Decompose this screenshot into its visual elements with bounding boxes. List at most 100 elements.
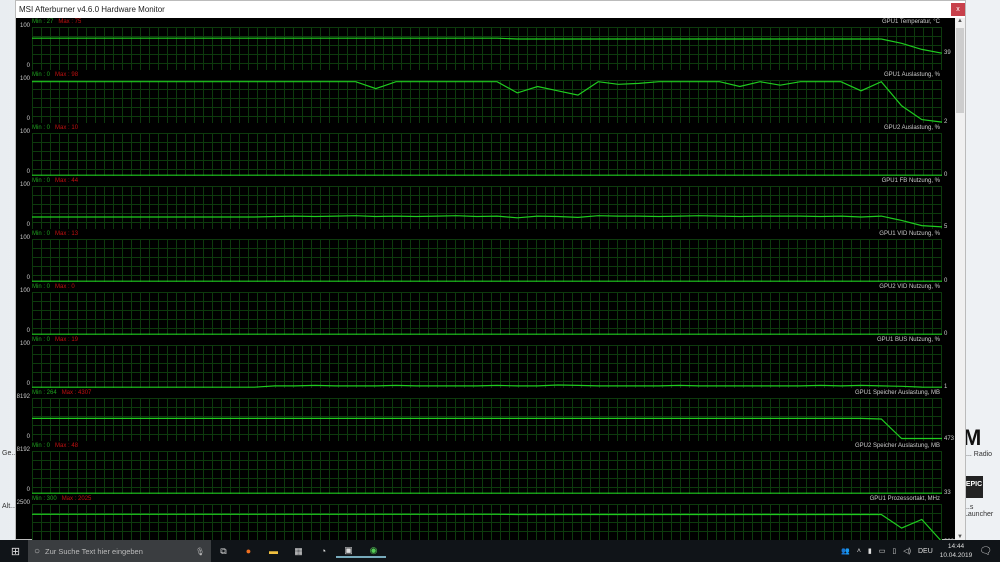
max-value: Max : 13 [55, 231, 79, 237]
vertical-scrollbar[interactable]: ▲ ▼ [955, 18, 965, 540]
system-tray: 👥 ˄ ▮ ▭ ▯ ◁) DEU 14:44 10.04.2019 🗨 [841, 540, 1000, 562]
y-axis-min: 0 [26, 381, 30, 387]
y-axis-min: 0 [26, 434, 30, 440]
min-value: Min : 0 [32, 337, 51, 343]
graph-area[interactable] [32, 398, 942, 441]
graph-title: GPU1 Prozessortakt, MHz [869, 496, 940, 502]
min-value: Min : 0 [32, 443, 51, 449]
graph-title: GPU2 Speicher Auslastung, MB [854, 443, 940, 449]
graph-svg [32, 384, 943, 388]
y-axis-max: 100 [19, 341, 30, 347]
min-max-label: Min : 0 Max : 44 [32, 177, 78, 186]
graph-svg [32, 37, 943, 54]
y-axis-max: 100 [19, 76, 30, 82]
graph-svg [32, 417, 942, 440]
chevron-up-icon[interactable]: ˄ [857, 548, 861, 555]
people-icon[interactable]: 👥 [841, 547, 850, 555]
max-value: Max : 19 [55, 337, 79, 343]
y-axis-max: 100 [19, 23, 30, 29]
graph-svg [32, 215, 943, 228]
desktop-icon-label: ... Radio [966, 451, 993, 458]
min-max-label: Min : 264 Max : 4307 [32, 389, 91, 398]
min-max-label: Min : 300 Max : 2025 [32, 495, 91, 504]
max-value: Max : 48 [55, 443, 79, 449]
y-axis-min: 0 [26, 169, 30, 175]
max-value: Max : 75 [58, 19, 82, 25]
graph-area[interactable] [32, 133, 942, 176]
graph-panel: Min : 0 Max : 0 GPU2 VID Nutzung, % 100 0… [16, 283, 956, 337]
graph-panel: Min : 0 Max : 48 GPU2 Speicher Auslastung… [16, 442, 956, 496]
graph-title: GPU1 Temperatur, °C [882, 19, 940, 25]
notifications-icon[interactable]: 🗨 [979, 546, 992, 557]
firefox-icon[interactable]: ● [236, 546, 261, 556]
y-axis-max: 100 [19, 129, 30, 135]
y-axis-max: 8192 [16, 447, 30, 453]
current-value: 473 [944, 435, 955, 442]
series-line [32, 80, 943, 123]
hardware-monitor-task-icon[interactable]: ▣ [336, 545, 361, 558]
graph-area[interactable] [32, 345, 943, 388]
min-value: Min : 300 [32, 496, 57, 502]
min-max-label: Min : 0 Max : 0 [32, 283, 75, 292]
graph-area[interactable] [32, 186, 943, 229]
min-value: Min : 0 [32, 125, 51, 131]
cortana-icon: ○ [34, 545, 41, 557]
graph-panels: Min : 27 Max : 75 GPU1 Temperatur, °C 100… [16, 18, 956, 540]
min-max-label: Min : 0 Max : 48 [32, 442, 78, 451]
scroll-thumb[interactable] [956, 28, 964, 113]
min-max-label: Min : 27 Max : 75 [32, 18, 81, 27]
max-value: Max : 0 [55, 284, 75, 290]
min-value: Min : 0 [32, 72, 51, 78]
graph-svg [32, 492, 942, 494]
graph-area[interactable] [32, 451, 942, 494]
y-axis-min: 0 [26, 63, 30, 69]
graph-area[interactable] [32, 504, 942, 540]
microphone-icon[interactable]: 🎙 [195, 547, 205, 556]
graph-area[interactable] [32, 27, 943, 70]
close-button[interactable]: x [951, 3, 965, 16]
y-axis-min: 0 [26, 116, 30, 122]
graph-area[interactable] [32, 292, 942, 335]
windows-start-icon[interactable]: ⊞ [3, 545, 28, 558]
taskbar: ⊞ ○ Zur Suche Text hier eingeben 🎙 ⧉ ● ▬… [0, 540, 1000, 562]
graph-svg [32, 333, 942, 335]
series-line [32, 384, 943, 388]
language-indicator[interactable]: DEU [918, 548, 933, 555]
graph-title: GPU1 FB Nutzung, % [881, 178, 940, 184]
series-line [32, 417, 942, 440]
min-value: Min : 264 [32, 390, 57, 396]
graph-panel: Min : 0 Max : 19 GPU1 BUS Nutzung, % 100 … [16, 336, 956, 390]
xbox-app-icon[interactable]: ◉ [361, 545, 386, 558]
epic-games-icon[interactable]: EPIC [965, 476, 983, 498]
msi-afterburner-icon[interactable]: ◔ [311, 546, 336, 556]
max-value: Max : 44 [55, 178, 79, 184]
min-value: Min : 0 [32, 178, 51, 184]
y-axis-min: 0 [26, 328, 30, 334]
volume-icon[interactable]: ◁) [903, 547, 911, 555]
graph-panel: Min : 300 Max : 2025 GPU1 Prozessortakt, … [16, 495, 956, 540]
battery-icon[interactable]: ▭ [879, 547, 886, 555]
graph-title: GPU2 Auslastung, % [883, 125, 940, 131]
graph-panel: Min : 0 Max : 13 GPU1 VID Nutzung, % 100 … [16, 230, 956, 284]
task-view-icon[interactable]: ⧉ [211, 546, 236, 557]
title-bar[interactable]: MSI Afterburner v4.6.0 Hardware Monitor … [16, 1, 965, 18]
window-title: MSI Afterburner v4.6.0 Hardware Monitor [19, 5, 165, 14]
scroll-up-icon[interactable]: ▲ [955, 18, 965, 24]
y-axis-max: 100 [19, 235, 30, 241]
search-input[interactable]: ○ Zur Suche Text hier eingeben 🎙 [28, 540, 211, 562]
min-value: Min : 27 [32, 19, 54, 25]
min-max-label: Min : 0 Max : 19 [32, 336, 78, 345]
graph-area[interactable] [32, 239, 942, 282]
max-value: Max : 4307 [61, 390, 92, 396]
graph-area[interactable] [32, 80, 943, 123]
store-icon[interactable]: ▦ [286, 546, 311, 557]
clock[interactable]: 14:44 10.04.2019 [940, 542, 973, 560]
graph-title: GPU1 VID Nutzung, % [879, 231, 940, 237]
network-icon[interactable]: ▯ [892, 547, 896, 555]
graph-title: GPU2 VID Nutzung, % [879, 284, 940, 290]
file-explorer-icon[interactable]: ▬ [261, 546, 286, 556]
desktop-icon-label: ...s Launcher [964, 504, 994, 518]
tray-app-icon[interactable]: ▮ [868, 547, 872, 555]
min-max-label: Min : 0 Max : 10 [32, 124, 78, 133]
desktop-icon[interactable]: Alt... [2, 503, 16, 510]
